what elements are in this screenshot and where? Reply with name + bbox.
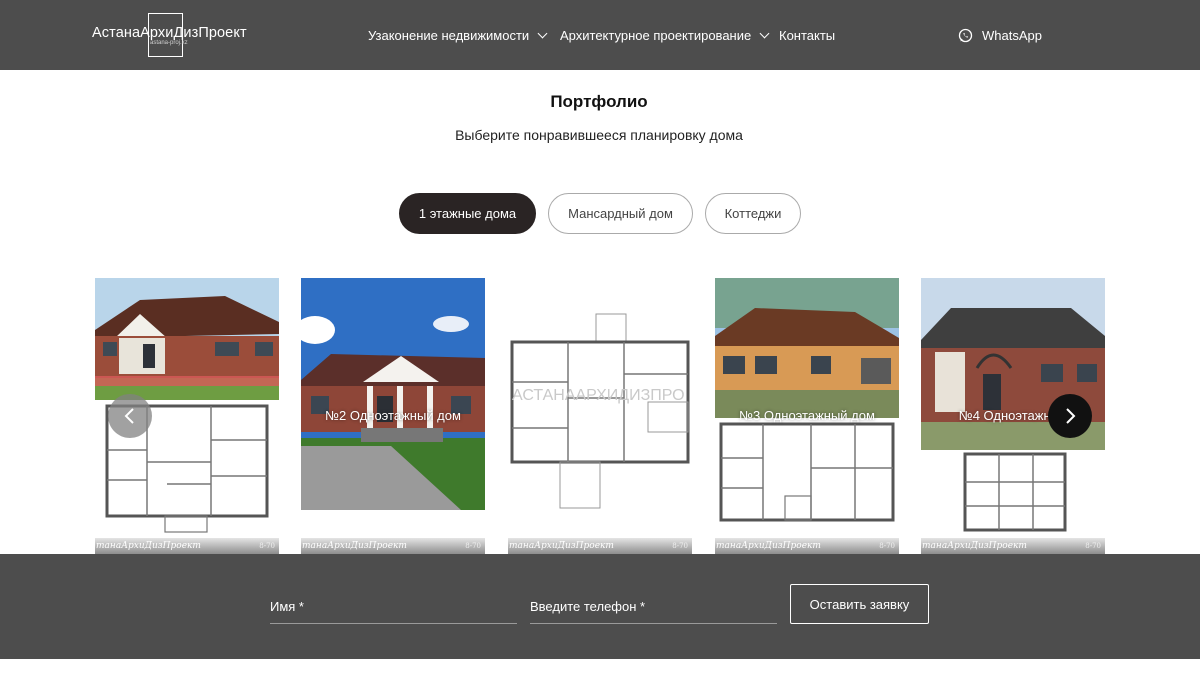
floor-plan-image: [715, 418, 899, 540]
nav-item-label: Архитектурное проектирование: [560, 27, 752, 43]
logo-subtext: astana-proj.kz: [150, 40, 188, 46]
nav-item-label: Контакты: [779, 27, 836, 43]
card-code: 8-70: [672, 542, 688, 550]
card-watermark-text: танаАрхиДизПроект: [716, 541, 821, 551]
site-header: АстанаАрхиДизПроект astana-proj.kz Узако…: [0, 0, 1200, 70]
tab-mansard-house[interactable]: Мансардный дом: [548, 193, 693, 234]
card-code: 8-70: [1085, 542, 1101, 550]
whatsapp-icon: [958, 28, 973, 42]
logo-text: АстанаАрхиДизПроект: [92, 25, 247, 41]
card-watermark-text: танаАрхиДизПроект: [922, 541, 1027, 551]
phone-field[interactable]: Введите телефон *: [530, 589, 777, 624]
section-subtitle: Выберите понравившееся планировку дома: [455, 127, 743, 143]
house-render-image: [95, 278, 279, 400]
tab-one-storey-houses[interactable]: 1 этажные дома: [399, 193, 536, 234]
portfolio-card-4[interactable]: №3 Одноэтажный дом танаАрхиДизПроект 8-7…: [715, 278, 899, 554]
phone-field-placeholder: Введите телефон *: [530, 598, 646, 614]
floor-plan-image: [921, 450, 1105, 540]
carousel-next-button[interactable]: [1048, 394, 1092, 438]
portfolio-card-2[interactable]: №2 Одноэтажный дом танаАрхиДизПроект 8-7…: [301, 278, 485, 554]
name-field-placeholder: Имя *: [270, 598, 304, 614]
chevron-down-icon: [537, 28, 548, 38]
house-render-image: [715, 278, 899, 418]
card-watermark-text: танаАрхиДизПроект: [302, 541, 407, 551]
card-code: 8-70: [465, 542, 481, 550]
nav-item-label: Узаконение недвижимости: [368, 27, 530, 43]
nav-item-architecture[interactable]: Архитектурное проектирование: [560, 0, 770, 70]
card-title: №3 Одноэтажный дом: [739, 408, 875, 423]
card-watermark: танаАрхиДизПроект 8-70: [508, 538, 692, 554]
carousel-prev-button[interactable]: [108, 394, 152, 438]
svg-text:АСТАНААРХИДИЗПРО: АСТАНААРХИДИЗПРО: [512, 387, 685, 404]
house-render-image: [301, 278, 485, 510]
chevron-down-icon: [759, 28, 770, 38]
chevron-left-icon: [124, 408, 134, 424]
whatsapp-label: WhatsApp: [982, 27, 1042, 43]
name-field[interactable]: Имя *: [270, 589, 517, 624]
card-watermark: танаАрхиДизПроект 8-70: [921, 538, 1105, 554]
card-watermark-text: танаАрхиДизПроект: [509, 541, 614, 551]
portfolio-card-3[interactable]: АСТАНААРХИДИЗПРО танаАрхиДизПроект 8-70: [508, 278, 692, 554]
logo[interactable]: АстанаАрхиДизПроект astana-proj.kz: [92, 13, 252, 59]
tab-cottages[interactable]: Коттеджи: [705, 193, 801, 234]
card-title: №2 Одноэтажный дом: [325, 408, 461, 423]
floor-plan-image: АСТАНААРХИДИЗПРО: [508, 278, 692, 540]
card-code: 8-70: [259, 542, 275, 550]
section-title: Портфолио: [550, 92, 648, 111]
card-watermark: танаАрхиДизПроект 8-70: [301, 538, 485, 554]
card-watermark: танаАрхиДизПроект 8-70: [715, 538, 899, 554]
callback-form: Имя * Введите телефон * Оставить заявку: [0, 554, 1200, 659]
nav-item-legalization[interactable]: Узаконение недвижимости: [368, 0, 548, 70]
nav-item-contacts[interactable]: Контакты: [779, 0, 835, 70]
card-watermark: танаАрхиДизПроект 8-70: [95, 538, 279, 554]
whatsapp-link[interactable]: WhatsApp: [958, 0, 1042, 70]
chevron-right-icon: [1066, 408, 1076, 424]
submit-request-button[interactable]: Оставить заявку: [790, 584, 929, 624]
card-code: 8-70: [879, 542, 895, 550]
card-watermark-text: танаАрхиДизПроект: [96, 541, 201, 551]
